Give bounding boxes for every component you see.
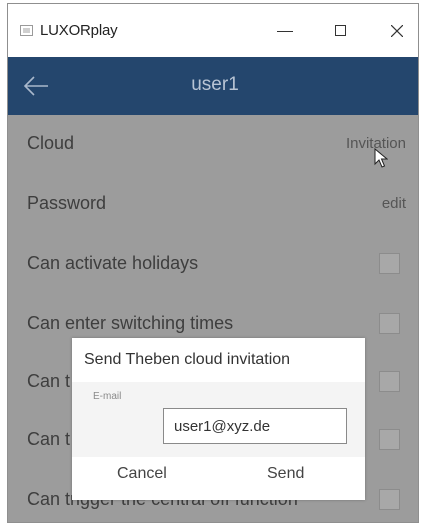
row-label: Can enter switching times xyxy=(27,313,234,333)
holidays-row: Can activate holidays xyxy=(8,235,418,291)
maximize-button[interactable] xyxy=(318,12,364,50)
minimize-button[interactable] xyxy=(262,12,308,50)
email-label: E-mail xyxy=(93,391,122,402)
mouse-cursor-icon xyxy=(374,148,388,168)
cloud-invitation-dialog: Send Theben cloud invitation E-mail Canc… xyxy=(72,338,365,500)
title-bar: LUXORplay xyxy=(8,4,418,57)
app-window: LUXORplay user1 Cloud Invitation Passwor… xyxy=(7,3,419,523)
password-row: Password edit xyxy=(8,175,418,231)
cloud-row: Cloud Invitation xyxy=(8,115,418,171)
close-button[interactable] xyxy=(374,12,418,50)
page-title: user1 xyxy=(191,74,239,95)
close-icon xyxy=(391,25,403,37)
email-input[interactable] xyxy=(163,408,347,444)
row-label: Can t xyxy=(27,371,71,391)
permission-checkbox[interactable] xyxy=(379,371,400,392)
row-label: Can activate holidays xyxy=(27,253,199,273)
row-label: Cloud xyxy=(27,133,75,153)
holidays-checkbox[interactable] xyxy=(379,253,400,274)
send-button[interactable]: Send xyxy=(267,465,304,483)
dialog-body: E-mail xyxy=(72,382,365,457)
central-off-checkbox[interactable] xyxy=(379,489,400,510)
app-header: user1 xyxy=(8,57,418,115)
edit-password-link[interactable]: edit xyxy=(382,195,406,212)
cancel-button[interactable]: Cancel xyxy=(117,465,167,483)
dialog-title: Send Theben cloud invitation xyxy=(84,351,291,368)
app-icon xyxy=(20,25,33,36)
permission-checkbox[interactable] xyxy=(379,429,400,450)
row-label: Password xyxy=(27,193,107,213)
window-title: LUXORplay xyxy=(40,22,118,39)
row-label: Can t xyxy=(27,429,71,449)
switching-times-checkbox[interactable] xyxy=(379,313,400,334)
